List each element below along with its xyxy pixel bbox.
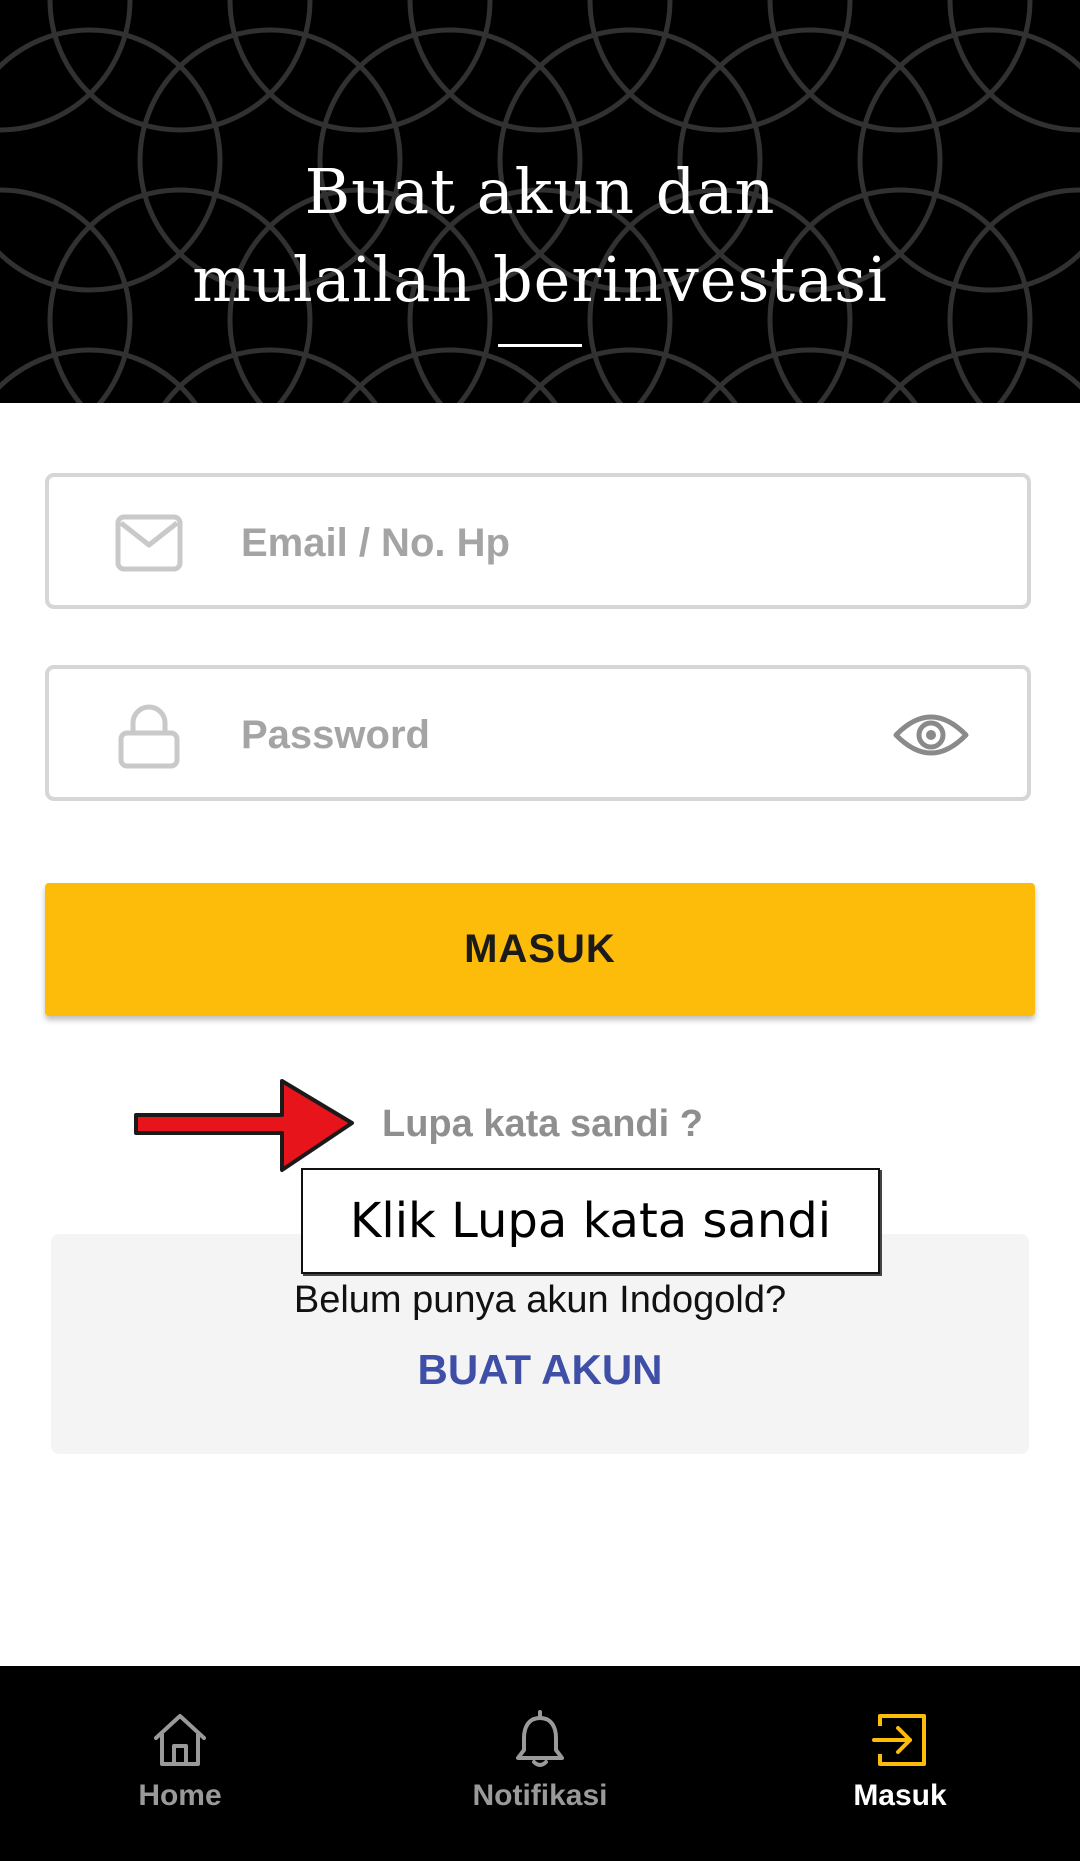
header-title-line1: Buat akun dan xyxy=(304,155,776,228)
lock-icon xyxy=(118,704,180,769)
email-input[interactable] xyxy=(239,497,883,589)
header-banner: Buat akun dan mulailah berinvestasi xyxy=(0,0,1080,403)
annotation-callout: Klik Lupa kata sandi xyxy=(301,1168,880,1274)
header-title: Buat akun dan mulailah berinvestasi xyxy=(0,148,1080,324)
login-icon xyxy=(872,1714,926,1766)
header-underline xyxy=(498,344,582,347)
password-input[interactable] xyxy=(239,689,883,781)
masuk-button[interactable]: MASUK xyxy=(45,883,1035,1016)
nav-item-home[interactable]: Home xyxy=(0,1666,360,1861)
annotation-arrow-icon xyxy=(134,1079,354,1172)
password-field[interactable] xyxy=(45,665,1031,801)
login-screen: Buat akun dan mulailah berinvestasi MASU… xyxy=(0,0,1080,1861)
nav-item-masuk[interactable]: Masuk xyxy=(720,1666,1080,1861)
create-account-link[interactable]: BUAT AKUN xyxy=(0,1342,1080,1398)
nav-label-masuk: Masuk xyxy=(853,1779,947,1812)
nav-label-home: Home xyxy=(138,1779,222,1812)
home-icon xyxy=(154,1714,206,1766)
email-field[interactable] xyxy=(45,473,1031,609)
forgot-password-link[interactable]: Lupa kata sandi ? xyxy=(382,1098,703,1150)
nav-item-notifikasi[interactable]: Notifikasi xyxy=(360,1666,720,1861)
bottom-nav: Home Notifikasi Masuk xyxy=(0,1666,1080,1861)
header-title-line2: mulailah berinvestasi xyxy=(192,243,888,316)
bell-icon xyxy=(516,1710,564,1767)
eye-icon[interactable] xyxy=(893,707,969,763)
envelope-icon xyxy=(115,514,183,572)
nav-label-notifikasi: Notifikasi xyxy=(472,1779,608,1812)
register-question: Belum punya akun Indogold? xyxy=(293,1279,787,1321)
